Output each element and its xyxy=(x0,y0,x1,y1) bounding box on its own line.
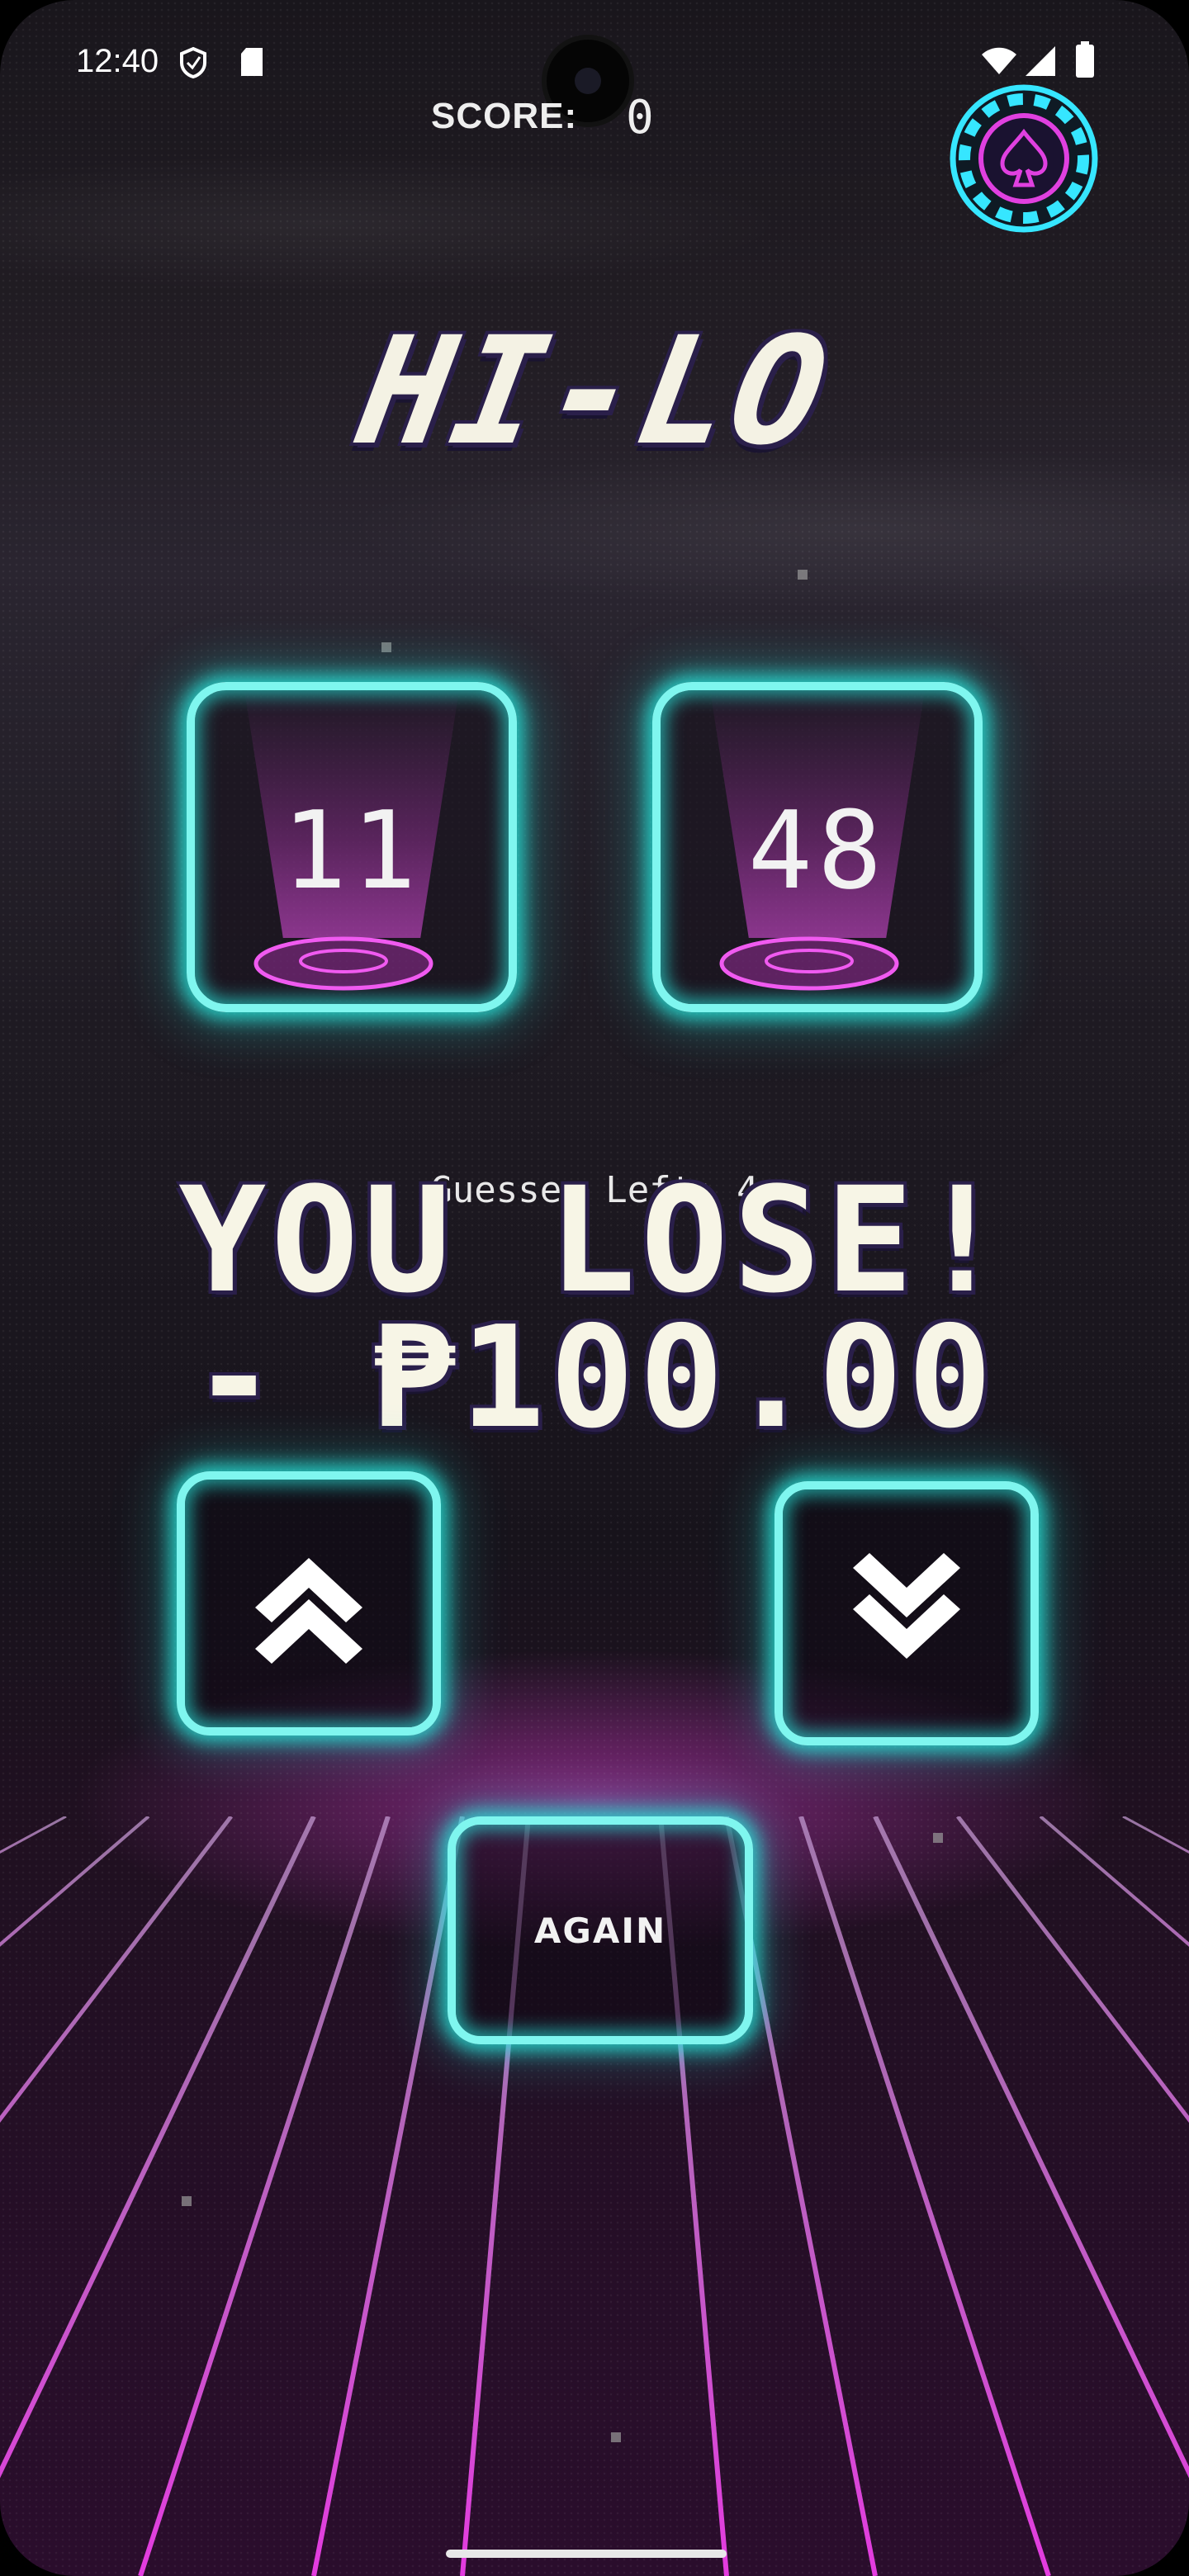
again-button-label: AGAIN xyxy=(533,1910,667,1951)
star-speck xyxy=(182,2196,192,2206)
current-card: 11 xyxy=(187,682,517,1012)
card-pedestal xyxy=(253,936,433,991)
poker-chip-icon[interactable] xyxy=(946,81,1101,236)
status-time: 12:40 xyxy=(76,43,159,79)
again-button[interactable]: AGAIN xyxy=(448,1816,753,2044)
sd-card-icon xyxy=(239,46,264,81)
chevron-down-double-icon xyxy=(853,1553,960,1659)
signal-icon xyxy=(1024,45,1057,81)
game-title: HI-LO xyxy=(347,305,842,478)
home-indicator[interactable] xyxy=(446,2550,727,2558)
chevron-up-double-icon xyxy=(255,1558,362,1664)
next-card: 48 xyxy=(652,682,983,1012)
score-label: SCORE: xyxy=(431,96,578,136)
star-speck xyxy=(611,2432,621,2442)
score-value: 0 xyxy=(626,91,654,144)
result-amount: - ₱100.00 xyxy=(192,1296,997,1460)
battery-icon xyxy=(1075,41,1095,81)
current-card-value: 11 xyxy=(282,788,422,913)
star-speck xyxy=(798,570,808,580)
card-pedestal xyxy=(719,936,899,991)
next-card-value: 48 xyxy=(747,788,888,913)
higher-button[interactable] xyxy=(177,1471,441,1735)
star-speck xyxy=(933,1833,943,1843)
game-screen: 12:40 SCORE: 0 HI-LO 11 48 Guesses Left:… xyxy=(0,0,1189,2576)
lower-button[interactable] xyxy=(775,1481,1039,1745)
shield-icon xyxy=(178,46,208,83)
star-speck xyxy=(381,642,391,652)
wifi-icon xyxy=(981,45,1017,79)
